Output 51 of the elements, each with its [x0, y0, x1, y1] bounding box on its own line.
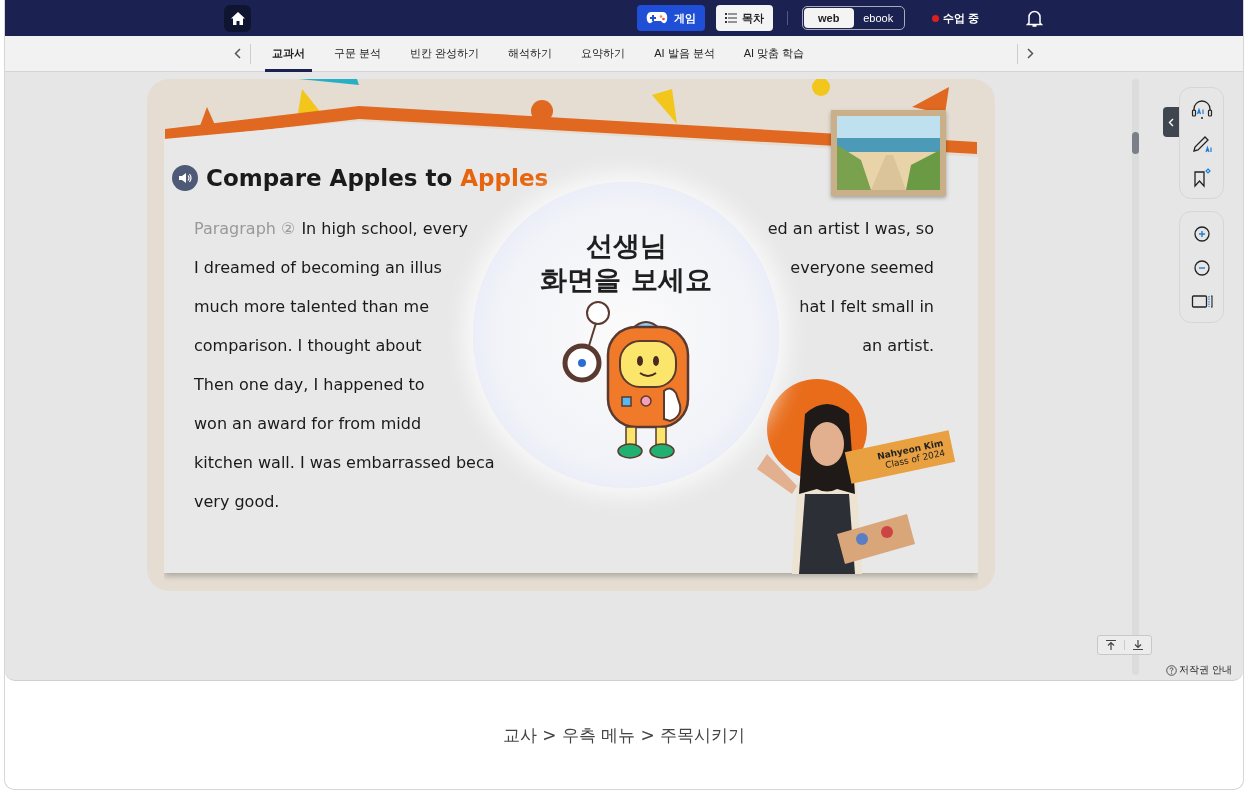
class-status: 수업 중 [943, 10, 980, 26]
home-button[interactable] [224, 4, 251, 32]
paragraph-text: very good. [194, 492, 280, 511]
chevron-left-icon [234, 48, 241, 59]
paragraph-label: Paragraph ② [194, 219, 296, 238]
copyright-link[interactable]: 저작권 안내 [1166, 663, 1232, 677]
collapse-panel-button[interactable] [1163, 107, 1179, 137]
paragraph-text: I dreamed of becoming an illus [194, 258, 442, 277]
game-button[interactable]: 게임 [637, 5, 705, 31]
view-option[interactable]: ebook [853, 8, 903, 28]
tab[interactable]: 구문 분석 [327, 35, 389, 72]
paragraph-text: In high school, every [301, 219, 468, 238]
paragraph-text: comparison. I thought about [194, 336, 422, 355]
chevron-left-icon [1168, 117, 1174, 127]
chevron-right-icon [1027, 48, 1034, 59]
speaker-icon [178, 172, 192, 184]
home-icon [229, 10, 246, 26]
overlay-message: 화면을 보세요 [540, 262, 712, 297]
next-tab-button[interactable] [1024, 46, 1037, 61]
view-option[interactable]: web [804, 8, 854, 28]
gamepad-icon [646, 11, 668, 25]
scrollbar[interactable] [1132, 79, 1139, 675]
paragraph-text: hat I felt small in [799, 297, 934, 316]
scroll-to-top-icon[interactable] [1104, 639, 1118, 651]
table-of-contents-button[interactable]: 목차 [716, 5, 773, 31]
tab[interactable]: 빈칸 완성하기 [403, 35, 487, 72]
tab[interactable]: 교과서 [265, 35, 312, 72]
paragraph-text: Then one day, I happened to [194, 375, 425, 394]
audio-button[interactable] [172, 165, 198, 191]
paragraph-text: ed an artist I was, so [767, 219, 934, 238]
tab[interactable]: 요약하기 [574, 35, 633, 72]
scroll-to-bottom-icon[interactable] [1131, 639, 1145, 651]
paragraph-text: won an award for from midd [194, 414, 422, 433]
lesson-title: Compare Apples to Apples [206, 165, 549, 191]
zoom-out-icon[interactable] [1191, 258, 1212, 278]
list-icon [725, 13, 737, 23]
previous-tab-button[interactable] [231, 46, 244, 61]
notification-bell-icon[interactable] [1026, 8, 1044, 28]
pencil-icon[interactable] [1190, 134, 1213, 154]
paragraph-text: an artist. [862, 336, 934, 355]
paragraph-text: kitchen wall. I was embarrassed beca [194, 453, 495, 472]
paragraph-text: much more talented than me [194, 297, 430, 316]
caption: 교사 > 우측 메뉴 > 주목시키기 [502, 723, 746, 747]
headset-icon[interactable] [1190, 100, 1213, 120]
help-icon [1166, 664, 1177, 676]
overlay-message: 선생님 [584, 229, 668, 263]
tab[interactable]: AI 발음 분석 [647, 35, 722, 72]
paragraph-text: everyone seemed [790, 258, 934, 277]
zoom-in-icon[interactable] [1191, 224, 1212, 244]
tab[interactable]: 해석하기 [501, 35, 560, 72]
tab[interactable]: AI 맞춤 학습 [736, 35, 812, 72]
